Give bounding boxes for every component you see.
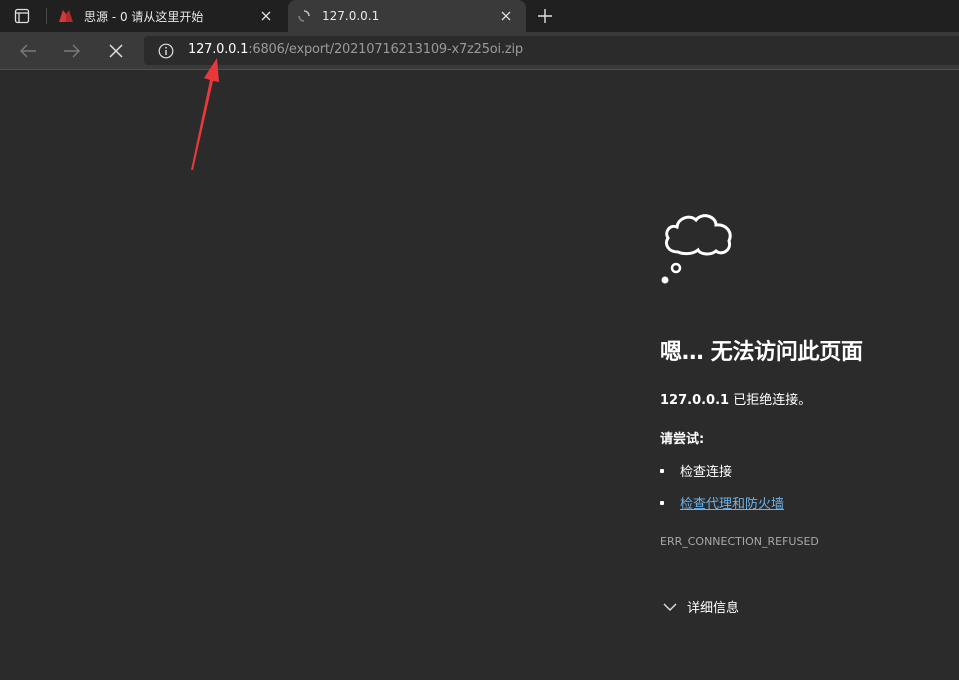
- tab-title: 127.0.0.1: [322, 9, 380, 23]
- suggestion-item: 检查连接: [660, 461, 732, 480]
- check-proxy-firewall-link[interactable]: 检查代理和防火墙: [680, 493, 784, 512]
- plus-icon: [538, 9, 552, 23]
- error-heading: 嗯… 无法访问此页面: [660, 340, 863, 365]
- suggestion-item: 检查代理和防火墙: [660, 493, 784, 512]
- address-bar[interactable]: 127.0.0.1:6806/export/20210716213109-x7z…: [144, 36, 959, 65]
- back-button[interactable]: [17, 40, 39, 62]
- tab-strip: 思源 - 0 请从这里开始 127.0.0.1: [0, 0, 959, 32]
- siyuan-logo-icon: [58, 8, 74, 24]
- arrow-left-icon: [20, 44, 36, 58]
- navigation-toolbar: 127.0.0.1:6806/export/20210716213109-x7z…: [0, 32, 959, 70]
- error-detail: 127.0.0.1 已拒绝连接。: [660, 389, 811, 408]
- arrow-right-icon: [64, 44, 80, 58]
- error-host: 127.0.0.1: [660, 393, 730, 408]
- url-text[interactable]: 127.0.0.1:6806/export/20210716213109-x7z…: [188, 42, 523, 57]
- tab-title: 思源 - 0 请从这里开始: [84, 9, 204, 24]
- annotation-arrow-icon: [191, 58, 219, 170]
- tab-siyuan[interactable]: 思源 - 0 请从这里开始: [50, 0, 286, 32]
- details-toggle-button[interactable]: 详细信息: [663, 597, 739, 616]
- close-icon: [109, 44, 123, 58]
- try-label: 请尝试:: [660, 432, 705, 447]
- bullet-icon: [660, 500, 664, 505]
- new-tab-button[interactable]: [535, 6, 555, 26]
- url-path: :6806/export/20210716213109-x7z25oi.zip: [248, 42, 523, 57]
- suggestion-check-connection: 检查连接: [680, 465, 733, 480]
- info-icon[interactable]: [158, 43, 174, 59]
- stop-loading-button[interactable]: [105, 40, 127, 62]
- close-tab-icon[interactable]: [258, 8, 274, 24]
- error-code: ERR_CONNECTION_REFUSED: [660, 535, 819, 548]
- tab-active[interactable]: 127.0.0.1: [288, 0, 526, 32]
- bullet-icon: [660, 468, 664, 473]
- forward-button[interactable]: [61, 40, 83, 62]
- chevron-down-icon: [663, 603, 677, 611]
- tab-separator: [46, 8, 47, 24]
- thought-cloud-icon: [661, 214, 732, 284]
- details-label: 详细信息: [687, 601, 740, 616]
- tab-actions-icon[interactable]: [14, 8, 30, 24]
- loading-icon: [296, 8, 312, 24]
- error-message: 已拒绝连接。: [729, 393, 812, 408]
- close-tab-icon[interactable]: [498, 8, 514, 24]
